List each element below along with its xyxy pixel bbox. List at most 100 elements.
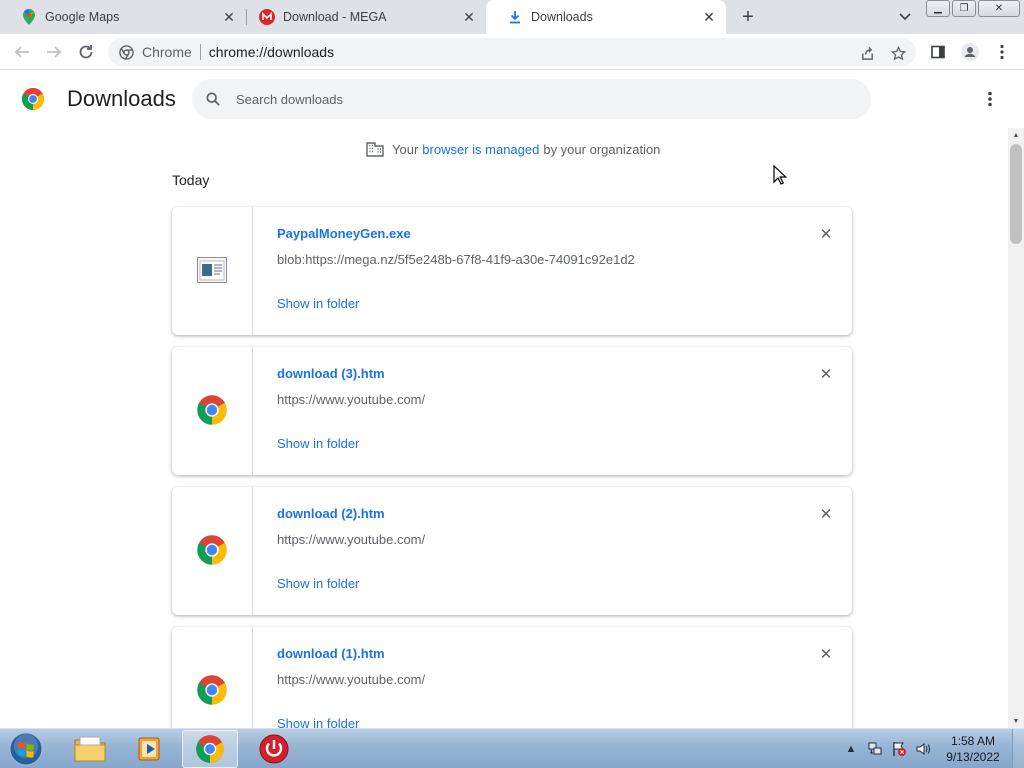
search-icon	[204, 90, 222, 108]
download-item: download (2).htm https://www.youtube.com…	[172, 487, 852, 615]
managed-suffix: by your organization	[543, 141, 661, 157]
reload-button[interactable]	[74, 40, 98, 64]
tab-downloads[interactable]: Downloads ✕	[486, 0, 726, 34]
arrow-left-icon	[14, 46, 29, 58]
download-item: download (1).htm https://www.youtube.com…	[172, 627, 852, 728]
search-downloads-field[interactable]	[192, 79, 871, 119]
action-center-flag-icon[interactable]	[890, 740, 908, 758]
start-button[interactable]	[5, 731, 47, 767]
windows-taskbar: ▲ 1:58 AM 9/13/2022	[0, 728, 1024, 768]
site-label: Chrome	[142, 44, 192, 60]
download-item: PaypalMoneyGen.exe blob:https://mega.nz/…	[172, 207, 852, 335]
reload-icon	[79, 45, 93, 59]
downloads-list-area: Your browser is managed by your organiza…	[0, 128, 1008, 728]
power-icon	[259, 734, 289, 764]
file-source-url: https://www.youtube.com/	[277, 672, 426, 687]
remove-download-button[interactable]: ✕	[816, 504, 836, 524]
file-source-url: blob:https://mega.nz/5f5e248b-67f8-41f9-…	[277, 252, 635, 267]
omnibox-separator	[199, 44, 201, 60]
show-in-folder-link[interactable]: Show in folder	[277, 296, 359, 311]
back-button[interactable]	[10, 40, 34, 64]
file-name-link[interactable]: download (3).htm	[277, 366, 385, 381]
close-icon: ✕	[819, 506, 833, 523]
scroll-up-arrow-icon[interactable]: ▲	[1008, 128, 1024, 142]
restore-button[interactable]: ❐	[952, 0, 976, 17]
show-in-folder-link[interactable]: Show in folder	[277, 436, 359, 451]
system-clock[interactable]: 1:58 AM 9/13/2022	[940, 733, 1006, 765]
chevron-down-icon[interactable]	[894, 6, 916, 28]
profile-button[interactable]	[958, 40, 982, 64]
scroll-down-arrow-icon[interactable]: ▼	[1008, 714, 1024, 728]
file-name-link[interactable]: PaypalMoneyGen.exe	[277, 226, 411, 241]
show-in-folder-link[interactable]: Show in folder	[277, 576, 359, 591]
show-desktop-button[interactable]	[1012, 729, 1024, 768]
folder-icon	[74, 736, 106, 762]
tab-title: Google Maps	[45, 10, 120, 24]
more-vertical-icon	[988, 91, 992, 107]
building-icon	[366, 140, 384, 158]
file-name-link[interactable]: download (2).htm	[277, 506, 385, 521]
tab-google-maps[interactable]: Google Maps ✕	[0, 0, 246, 34]
clock-time: 1:58 AM	[950, 734, 996, 748]
forward-button[interactable]	[42, 40, 66, 64]
search-input[interactable]	[236, 91, 796, 107]
show-in-folder-link[interactable]: Show in folder	[277, 716, 359, 728]
chrome-icon	[196, 735, 224, 763]
browser-toolbar: Chrome chrome://downloads	[0, 34, 1024, 70]
network-icon[interactable]	[866, 740, 884, 758]
browser-menu-button[interactable]	[990, 40, 1014, 64]
chrome-icon	[196, 674, 228, 709]
close-icon[interactable]: ✕	[220, 8, 238, 26]
file-icon-column	[172, 207, 253, 335]
chrome-icon	[196, 534, 228, 569]
window-close-button[interactable]: ✕	[978, 0, 1020, 17]
tab-title: Downloads	[531, 10, 593, 24]
address-bar[interactable]: Chrome chrome://downloads	[108, 38, 916, 66]
managed-link[interactable]: browser is managed	[422, 142, 539, 157]
chrome-site-icon	[118, 44, 134, 60]
taskbar-chrome[interactable]	[182, 730, 238, 768]
side-panel-icon	[931, 45, 945, 59]
remove-download-button[interactable]: ✕	[816, 224, 836, 244]
remove-download-button[interactable]: ✕	[816, 644, 836, 664]
chrome-logo-icon	[21, 87, 45, 111]
taskbar-media-player[interactable]	[122, 730, 178, 768]
google-maps-icon	[21, 9, 37, 25]
file-icon-column	[172, 627, 253, 728]
new-tab-button[interactable]: +	[736, 5, 760, 29]
file-icon-column	[172, 487, 253, 615]
profile-avatar-icon	[961, 43, 979, 61]
downloads-menu-button[interactable]	[978, 87, 1002, 111]
tab-mega[interactable]: Download - MEGA ✕	[238, 0, 486, 34]
file-name-link[interactable]: download (1).htm	[277, 646, 385, 661]
close-icon: ✕	[819, 646, 833, 663]
system-tray: ▲	[842, 729, 938, 768]
scrollbar-thumb[interactable]	[1010, 144, 1022, 244]
minimize-button[interactable]: ▁	[926, 0, 950, 17]
page-title: Downloads	[67, 86, 176, 111]
download-item: download (3).htm https://www.youtube.com…	[172, 347, 852, 475]
file-source-url: https://www.youtube.com/	[277, 392, 426, 407]
mega-icon	[259, 9, 275, 25]
taskbar-explorer[interactable]	[62, 730, 118, 768]
tab-title: Download - MEGA	[283, 10, 387, 24]
remove-download-button[interactable]: ✕	[816, 364, 836, 384]
mouse-cursor-icon	[773, 164, 788, 185]
more-vertical-icon	[1000, 44, 1004, 60]
managed-prefix: Your	[392, 141, 419, 157]
side-panel-button[interactable]	[926, 40, 950, 64]
page-scrollbar[interactable]: ▲ ▼	[1008, 128, 1024, 728]
taskbar-power-app[interactable]	[246, 730, 302, 768]
download-icon	[507, 9, 523, 25]
close-icon[interactable]: ✕	[700, 8, 718, 26]
windows-start-icon	[9, 732, 43, 766]
share-icon[interactable]	[856, 42, 878, 64]
show-hidden-icons-arrow-icon[interactable]: ▲	[842, 740, 860, 758]
clock-date: 9/13/2022	[946, 750, 1000, 764]
bookmark-star-icon[interactable]	[887, 42, 909, 64]
volume-icon[interactable]	[914, 740, 932, 758]
url-text[interactable]: chrome://downloads	[209, 44, 334, 60]
close-icon[interactable]: ✕	[460, 8, 478, 26]
chrome-icon	[196, 394, 228, 429]
exe-file-icon	[197, 256, 227, 286]
